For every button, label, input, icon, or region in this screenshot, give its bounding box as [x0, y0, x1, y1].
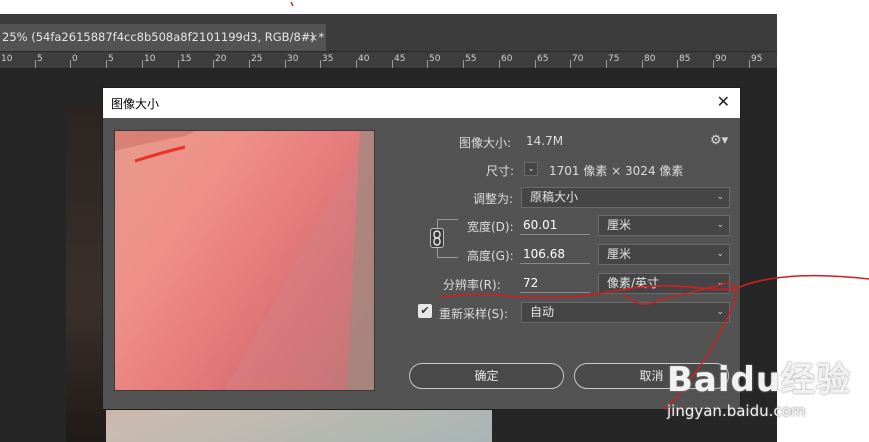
tab-bar: 25% (54fa2615887f4cc8b508a8f2101199d3, R…: [0, 14, 777, 52]
width-unit-select[interactable]: 厘米 ⌄: [598, 215, 730, 236]
resolution-label: 分辨率(R):: [443, 278, 501, 292]
ruler-tick: [713, 60, 714, 68]
ruler-label: 85: [679, 54, 691, 64]
width-unit-value: 厘米: [607, 218, 632, 232]
ruler-label: 15: [180, 54, 192, 64]
ruler-tick: [249, 60, 250, 68]
ruler-tick: [285, 60, 286, 68]
preview-shading: [115, 131, 374, 390]
fit-to-select[interactable]: 原稿大小 ⌄: [521, 187, 730, 208]
ruler-tick: [749, 60, 750, 68]
ruler-label: 65: [537, 54, 549, 64]
image-size-dialog: 图像大小 ✕ 图像大小: 14.7M ⚙▾ 尺寸: ⌄ 1701 像素 × 30…: [102, 87, 741, 410]
dialog-title: 图像大小: [111, 97, 160, 111]
canvas-image-hair: [66, 104, 106, 442]
dimensions-value: 1701 像素 × 3024 像素: [549, 164, 684, 178]
ruler-label: 70: [572, 54, 584, 64]
height-unit-select[interactable]: 厘米 ⌄: [598, 244, 730, 265]
ruler-label: 10: [1, 54, 13, 64]
ruler-tick: [142, 60, 143, 68]
watermark-url: jingyan.baidu.com: [667, 402, 806, 420]
ruler-tick: [213, 60, 214, 68]
height-input[interactable]: 106.68: [520, 244, 590, 264]
resolution-input[interactable]: 72: [520, 273, 590, 293]
watermark-logo: Baidu经验: [667, 360, 852, 400]
width-input[interactable]: 60.01: [520, 215, 590, 235]
ruler-label: 30: [287, 54, 299, 64]
fit-to-value: 原稿大小: [530, 190, 579, 204]
resolution-unit-value: 像素/英寸: [607, 276, 660, 290]
chevron-down-icon: ⌄: [716, 249, 724, 259]
chain-link-icon[interactable]: [430, 228, 444, 248]
ruler-tick: [677, 60, 678, 68]
chain-link-glyph: [433, 230, 441, 246]
resolution-unit-select[interactable]: 像素/英寸 ⌄: [598, 273, 730, 294]
ruler-label: 55: [465, 54, 477, 64]
resample-label: 重新采样(S):: [439, 307, 509, 321]
resample-value: 自动: [530, 305, 555, 319]
chevron-down-icon: ⌄: [716, 220, 724, 230]
chevron-down-icon: ⌄: [716, 278, 724, 288]
gear-icon[interactable]: ⚙▾: [710, 133, 728, 148]
ruler-tick: [35, 60, 36, 68]
baidu-watermark: Baidu经验 jingyan.baidu.com: [665, 352, 869, 442]
ruler-tick: [320, 60, 321, 68]
ruler-label: 5: [108, 54, 114, 64]
close-icon[interactable]: ✕: [717, 92, 730, 112]
ruler-tick: [535, 60, 536, 68]
resample-select[interactable]: 自动 ⌄: [521, 302, 730, 323]
ok-button[interactable]: 确定: [409, 363, 564, 389]
height-label: 高度(G):: [467, 249, 514, 263]
width-label: 宽度(D):: [467, 220, 514, 234]
chevron-down-icon: ⌄: [716, 192, 724, 202]
ruler-label: 20: [215, 54, 227, 64]
top-strip: [0, 0, 777, 14]
dialog-titlebar: 图像大小 ✕: [103, 88, 740, 118]
image-size-label: 图像大小:: [459, 136, 512, 150]
ruler-tick: [392, 60, 393, 68]
resample-checkbox[interactable]: ✔: [418, 304, 432, 318]
ruler-tick: [606, 60, 607, 68]
ruler-tick: [106, 60, 107, 68]
ruler-tick: [356, 60, 357, 68]
horizontal-ruler: 10 5 0 5 10 15 20 25 30 35 40 45 50 55 60 65 70 75 80 85 90 9…: [0, 52, 777, 69]
ruler-tick: [570, 60, 571, 68]
image-size-value: 14.7M: [526, 134, 564, 148]
ruler-label: 40: [358, 54, 370, 64]
ruler-label: 75: [608, 54, 620, 64]
checkmark-icon: ✔: [420, 304, 430, 317]
height-unit-value: 厘米: [607, 247, 632, 261]
ruler-tick: [499, 60, 500, 68]
chevron-down-icon: ⌄: [716, 307, 724, 317]
ruler-label: 0: [72, 54, 78, 64]
ruler-label: 60: [501, 54, 513, 64]
image-preview[interactable]: [114, 130, 375, 391]
ruler-tick: [427, 60, 428, 68]
document-tab-title: 25% (54fa2615887f4cc8b508a8f2101199d3, R…: [2, 30, 325, 44]
tab-close-icon[interactable]: ×: [309, 24, 318, 51]
ruler-label: 10: [144, 54, 156, 64]
dimensions-label: 尺寸:: [486, 164, 515, 178]
document-tab[interactable]: 25% (54fa2615887f4cc8b508a8f2101199d3, R…: [0, 24, 326, 51]
ruler-tick: [178, 60, 179, 68]
ruler-tick: [70, 60, 71, 68]
ruler-label: 5: [37, 54, 43, 64]
ruler-tick: [463, 60, 464, 68]
ruler-tick: [642, 60, 643, 68]
ruler-label: 35: [322, 54, 334, 64]
ruler-label: 90: [715, 54, 727, 64]
ruler-label: 25: [251, 54, 263, 64]
fit-to-label: 调整为:: [473, 192, 514, 206]
ruler-label: 50: [429, 54, 441, 64]
dimensions-unit-dropdown[interactable]: ⌄: [524, 162, 538, 176]
ruler-label: 45: [394, 54, 406, 64]
ruler-label: 95: [751, 54, 763, 64]
ruler-label: 80: [644, 54, 656, 64]
